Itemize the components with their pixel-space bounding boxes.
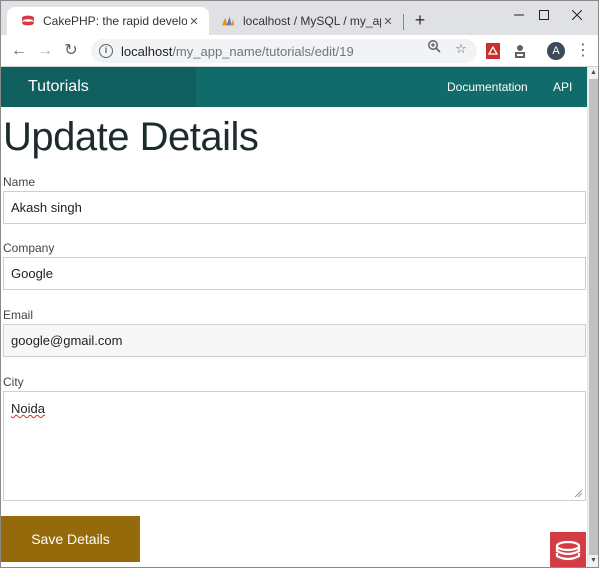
page-title: Update Details	[3, 115, 259, 159]
extension-icon[interactable]	[511, 42, 529, 60]
scroll-down-icon[interactable]: ▼	[588, 555, 598, 567]
top-navbar: Tutorials Documentation API	[1, 67, 587, 107]
city-value: Noida	[11, 401, 45, 416]
company-input[interactable]: Google	[3, 257, 586, 290]
name-label: Name	[3, 175, 36, 189]
nav-link-documentation[interactable]: Documentation	[447, 67, 528, 107]
city-textarea[interactable]: Noida	[3, 391, 586, 501]
pdf-extension-icon[interactable]	[484, 42, 502, 60]
new-tab-icon[interactable]: +	[410, 10, 430, 30]
profile-avatar[interactable]: A	[547, 42, 565, 60]
address-bar[interactable]: i localhost/my_app_name/tutorials/edit/1…	[91, 39, 477, 63]
url-path: /my_app_name/tutorials/edit/19	[172, 43, 354, 59]
tab-cakephp[interactable]: CakePHP: the rapid development ✕	[7, 7, 209, 35]
tab-title: localhost / MySQL / my_app / tut	[243, 14, 381, 28]
tab-title: CakePHP: the rapid development	[43, 14, 187, 28]
email-label: Email	[3, 308, 34, 322]
email-input[interactable]: google@gmail.com	[3, 324, 586, 357]
company-label: Company	[3, 241, 55, 255]
tab-divider	[403, 14, 404, 30]
city-label: City	[3, 375, 24, 389]
back-arrow-icon[interactable]: ←	[9, 41, 29, 61]
resize-grip-icon[interactable]	[573, 488, 583, 498]
cakephp-debug-badge-icon[interactable]	[550, 532, 586, 567]
phpmyadmin-icon	[221, 14, 235, 28]
tab-phpmyadmin[interactable]: localhost / MySQL / my_app / tut ✕	[207, 7, 403, 35]
info-icon[interactable]: i	[99, 44, 113, 58]
close-icon[interactable]: ✕	[381, 15, 395, 28]
scrollbar-thumb[interactable]	[589, 79, 598, 555]
cakephp-icon	[21, 14, 35, 28]
name-input[interactable]: Akash singh	[3, 191, 586, 224]
save-details-button[interactable]: Save Details	[1, 516, 140, 562]
browser-window: CakePHP: the rapid development ✕ localho…	[0, 0, 599, 568]
menu-icon[interactable]: ⋮	[575, 41, 591, 61]
star-icon[interactable]: ☆	[451, 39, 471, 59]
page-viewport: Tutorials Documentation API Update Detai…	[1, 67, 587, 567]
scroll-up-icon[interactable]: ▲	[588, 67, 598, 79]
nav-link-api[interactable]: API	[553, 67, 572, 107]
close-window-icon[interactable]	[554, 1, 598, 29]
tab-strip: CakePHP: the rapid development ✕ localho…	[1, 1, 598, 35]
vertical-scrollbar[interactable]: ▲ ▼	[587, 67, 598, 567]
zoom-icon[interactable]	[424, 39, 444, 59]
close-icon[interactable]: ✕	[187, 15, 201, 28]
url-host: localhost	[121, 43, 173, 59]
browser-toolbar: ← → ↻ i localhost/my_app_name/tutorials/…	[1, 35, 598, 67]
reload-icon[interactable]: ↻	[61, 41, 81, 61]
forward-arrow-icon[interactable]: →	[35, 41, 55, 61]
navbar-brand[interactable]: Tutorials	[1, 67, 196, 107]
